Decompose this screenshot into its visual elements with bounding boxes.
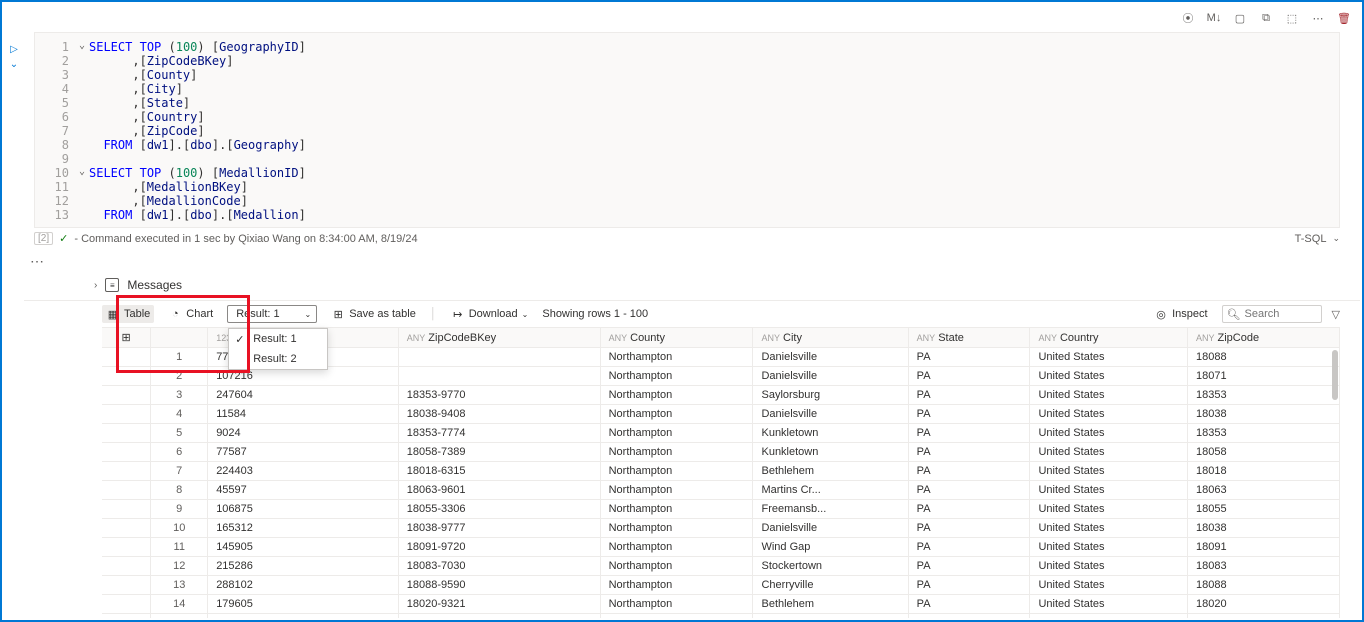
column-header[interactable]: ANYZipCode: [1187, 328, 1339, 348]
column-header[interactable]: ANYState: [908, 328, 1030, 348]
chart-icon: ◔: [168, 307, 182, 321]
results-table[interactable]: ⊞123GeographyIDANYZipCodeBKeyANYCountyAN…: [102, 328, 1340, 618]
table-icon: ▦: [106, 307, 120, 321]
table-row[interactable]: 1221528618083-7030NorthamptonStockertown…: [102, 557, 1340, 576]
chart-view-button[interactable]: ◔ Chart: [164, 305, 217, 323]
inspect-icon: ◎: [1154, 307, 1168, 321]
status-bar: [2] ✓ - Command executed in 1 sec by Qix…: [24, 228, 1360, 249]
table-row[interactable]: 84559718063-9601NorthamptonMartins Cr...…: [102, 481, 1340, 500]
code-toggle-icon[interactable]: ⦿: [1180, 10, 1196, 26]
download-icon: ↦: [451, 307, 465, 321]
language-label[interactable]: T-SQL: [1295, 233, 1327, 245]
search-icon: 🔍︎: [1227, 308, 1241, 321]
chevron-right-icon: ›: [94, 280, 97, 291]
run-toolbar-icon[interactable]: ▢: [1232, 10, 1248, 26]
cell-toolbar: ⦿ M↓ ▢ ⧉ ⬚ ⋯ 🗑: [24, 4, 1360, 32]
save-icon: ⊞: [331, 307, 345, 321]
table-row[interactable]: 1114590518091-9720NorthamptonWind GapPAU…: [102, 538, 1340, 557]
column-header[interactable]: ANYCountry: [1030, 328, 1188, 348]
more-icon[interactable]: ⋯: [1310, 10, 1326, 26]
status-text: - Command executed in 1 sec by Qixiao Wa…: [74, 233, 417, 245]
column-header[interactable]: ANYZipCodeBKey: [398, 328, 600, 348]
filter-icon[interactable]: ▽: [1332, 308, 1340, 321]
table-row[interactable]: 41158418038-9408NorthamptonDanielsvilleP…: [102, 405, 1340, 424]
scrollbar-thumb[interactable]: [1332, 350, 1338, 400]
result-dropdown[interactable]: Result: 1 ⌄ Result: 1Result: 2: [227, 305, 317, 323]
search-input[interactable]: [1245, 308, 1315, 320]
result-dropdown-value: Result: 1: [236, 308, 279, 320]
line-numbers: 12345678910111213: [35, 39, 75, 221]
language-chevron-icon[interactable]: ⌄: [1332, 233, 1340, 244]
result-dropdown-menu: Result: 1Result: 2: [228, 328, 328, 370]
messages-toggle[interactable]: › ≡ Messages: [24, 270, 1360, 300]
cell-number-badge: [2]: [34, 232, 53, 245]
table-row[interactable]: 910687518055-3306NorthamptonFreemansb...…: [102, 500, 1340, 519]
code-content[interactable]: SELECT TOP (100) [GeographyID] ,[ZipCode…: [89, 39, 1339, 221]
download-button[interactable]: ↦ Download ⌄: [447, 305, 533, 323]
code-editor[interactable]: 12345678910111213 ⌄⌄ SELECT TOP (100) [G…: [34, 32, 1340, 228]
chevron-down-icon: ⌄: [305, 310, 312, 319]
result-dropdown-item[interactable]: Result: 1: [229, 329, 327, 349]
table-view-button[interactable]: ▦ Table: [102, 305, 154, 323]
select-all-header[interactable]: ⊞: [102, 328, 151, 348]
results-table-wrap: ⊞123GeographyIDANYZipCodeBKeyANYCountyAN…: [102, 327, 1340, 618]
table-row[interactable]: 722440318018-6315NorthamptonBethlehemPAU…: [102, 462, 1340, 481]
lock-icon[interactable]: ⬚: [1284, 10, 1300, 26]
column-header[interactable]: ANYCity: [753, 328, 908, 348]
rows-info-label: Showing rows 1 - 100: [542, 308, 648, 320]
trash-icon[interactable]: 🗑: [1336, 10, 1352, 26]
table-row[interactable]: 1016531218038-9777NorthamptonDanielsvill…: [102, 519, 1340, 538]
table-row[interactable]: 324760418353-9770NorthamptonSaylorsburgP…: [102, 386, 1340, 405]
result-dropdown-item[interactable]: Result: 2: [229, 349, 327, 369]
success-icon: ✓: [59, 232, 68, 245]
save-as-table-button[interactable]: ⊞ Save as table: [327, 305, 420, 323]
inspect-button[interactable]: ◎ Inspect: [1150, 305, 1211, 323]
results-toolbar: ▦ Table ◔ Chart Result: 1 ⌄ Result: 1Res…: [24, 300, 1360, 327]
clone-icon[interactable]: ⧉: [1258, 10, 1274, 26]
table-row[interactable]: 1328810218088-9590NorthamptonCherryville…: [102, 576, 1340, 595]
table-row[interactable]: 1517033018020-5742NorthamptonFreemansb..…: [102, 614, 1340, 619]
cell-more-icon[interactable]: ⋯: [24, 249, 1360, 270]
run-dropdown-icon[interactable]: ⌄: [10, 59, 18, 70]
messages-label: Messages: [127, 278, 182, 292]
markdown-icon[interactable]: M↓: [1206, 10, 1222, 26]
run-cell-icon[interactable]: ▷: [10, 44, 18, 55]
left-gutter: ▷ ⌄: [4, 4, 24, 618]
messages-icon: ≡: [105, 278, 119, 292]
column-header[interactable]: ANYCounty: [600, 328, 753, 348]
table-row[interactable]: 5902418353-7774NorthamptonKunkletownPAUn…: [102, 424, 1340, 443]
search-box[interactable]: 🔍︎: [1222, 305, 1322, 323]
fold-gutter[interactable]: ⌄⌄: [75, 39, 89, 221]
table-row[interactable]: 67758718058-7389NorthamptonKunkletownPAU…: [102, 443, 1340, 462]
table-row[interactable]: 1417960518020-9321NorthamptonBethlehemPA…: [102, 595, 1340, 614]
